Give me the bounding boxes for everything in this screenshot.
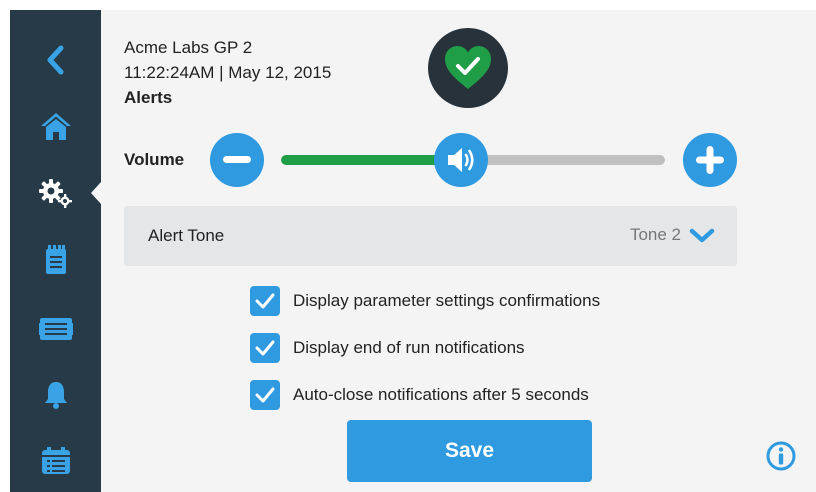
alert-tone-label: Alert Tone [148,226,225,245]
volume-label: Volume [124,150,185,169]
status-indicator[interactable] [428,28,508,108]
back-button[interactable] [10,35,101,85]
gears-icon [38,179,72,208]
sidebar-item-display[interactable] [10,304,101,354]
notepad-icon [45,245,66,274]
bell-icon [44,382,67,409]
home-icon [40,113,71,140]
back-chevron-icon [47,45,63,75]
device-name: Acme Labs GP 2 [124,38,253,57]
display-icon [38,318,73,340]
sidebar-item-notes[interactable] [10,235,101,285]
plus-icon [696,146,724,174]
sidebar-item-settings[interactable] [10,168,101,218]
option-label: Display end of run notifications [293,338,525,357]
speaker-icon [448,148,475,172]
checkmark-icon [255,340,275,356]
end-of-run-notifications-checkbox[interactable] [250,333,280,363]
chevron-down-icon [689,228,715,243]
sidebar-item-alerts[interactable] [10,370,101,420]
sidebar-item-home[interactable] [10,101,101,151]
parameter-confirmations-checkbox[interactable] [250,286,280,316]
option-label: Auto-close notifications after 5 seconds [293,385,589,404]
info-icon[interactable] [766,441,796,471]
sidebar-item-schedule[interactable] [10,436,101,486]
alert-tone-value: Tone 2 [629,225,681,244]
sidebar [10,10,101,492]
calendar-list-icon [41,447,70,474]
save-button[interactable]: Save [347,420,592,482]
option-row: Display end of run notifications [250,332,525,364]
volume-decrease-button[interactable] [210,133,264,187]
alert-tone-dropdown[interactable]: Alert Tone Tone 2 [124,206,737,266]
active-indicator [91,182,101,204]
option-row: Auto-close notifications after 5 seconds [250,379,589,411]
minus-icon [223,156,251,163]
datetime: 11:22:24AM | May 12, 2015 [124,63,332,82]
checkmark-icon [255,293,275,309]
option-label: Display parameter settings confirmations [293,291,601,310]
option-row: Display parameter settings confirmations [250,285,600,317]
volume-increase-button[interactable] [683,133,737,187]
auto-close-notifications-checkbox[interactable] [250,380,280,410]
heart-check-icon [445,46,491,89]
checkmark-icon [255,387,275,403]
page-title: Alerts [124,88,173,107]
